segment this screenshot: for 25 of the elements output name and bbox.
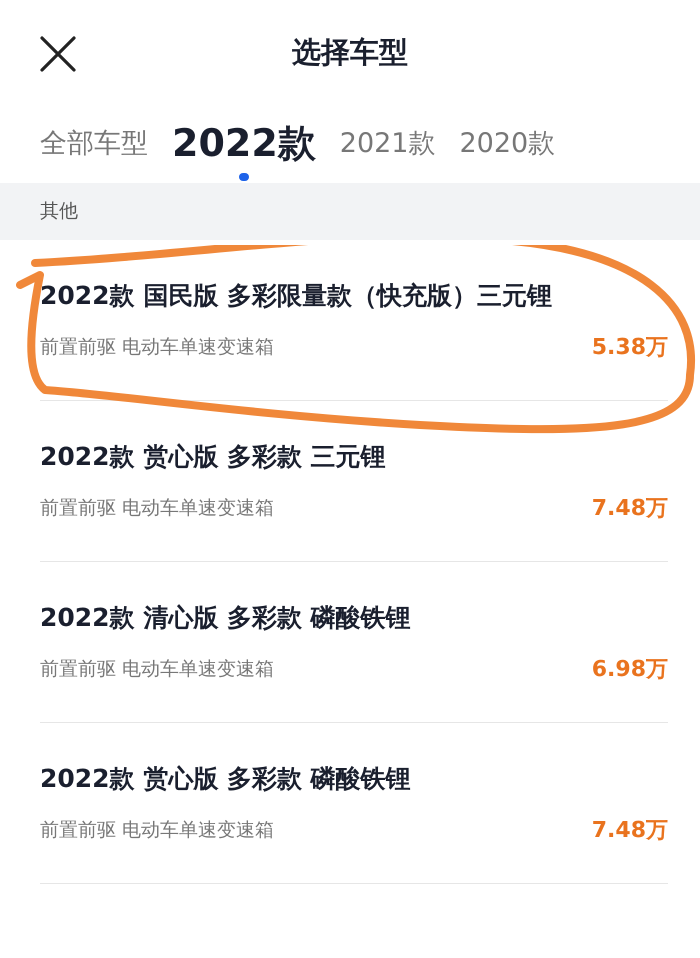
year-tab[interactable]: 2022款 (172, 121, 316, 167)
year-tab[interactable]: 2021款 (340, 128, 436, 160)
close-button[interactable] (38, 34, 78, 74)
model-spec: 前置前驱 电动车单速变速箱 (40, 334, 274, 360)
tab-indicator (238, 172, 249, 181)
model-name: 2022款 赏心版 多彩款 磷酸铁锂 (40, 762, 412, 794)
section-header: 其他 (0, 183, 700, 240)
model-price: 6.98万 (592, 656, 668, 684)
model-item[interactable]: 2022款 赏心版 多彩款 磷酸铁锂 前置前驱 电动车单速变速箱 7.48万 (40, 723, 668, 884)
model-spec: 前置前驱 电动车单速变速箱 (40, 496, 274, 520)
close-icon (40, 36, 76, 72)
model-name: 2022款 清心版 多彩款 磷酸铁锂 (40, 602, 412, 634)
model-price: 7.48万 (592, 816, 668, 844)
model-spec: 前置前驱 电动车单速变速箱 (40, 818, 274, 842)
model-price: 7.48万 (592, 494, 668, 522)
model-name: 2022款 赏心版 多彩款 三元锂 (40, 440, 387, 472)
model-item[interactable]: 2022款 赏心版 多彩款 三元锂 前置前驱 电动车单速变速箱 7.48万 (40, 401, 668, 562)
model-price: 5.38万 (592, 334, 668, 362)
model-name: 2022款 国民版 多彩限量款（快充版）三元锂 (40, 280, 553, 312)
model-spec: 前置前驱 电动车单速变速箱 (40, 656, 274, 682)
model-item[interactable]: 2022款 清心版 多彩款 磷酸铁锂 前置前驱 电动车单速变速箱 6.98万 (40, 562, 668, 723)
year-tab[interactable]: 全部车型 (40, 128, 148, 160)
model-item[interactable]: 2022款 国民版 多彩限量款（快充版）三元锂 前置前驱 电动车单速变速箱 5.38万 (40, 240, 668, 401)
page-title: 选择车型 (292, 34, 408, 70)
year-tab[interactable]: 2020款 (459, 128, 556, 160)
